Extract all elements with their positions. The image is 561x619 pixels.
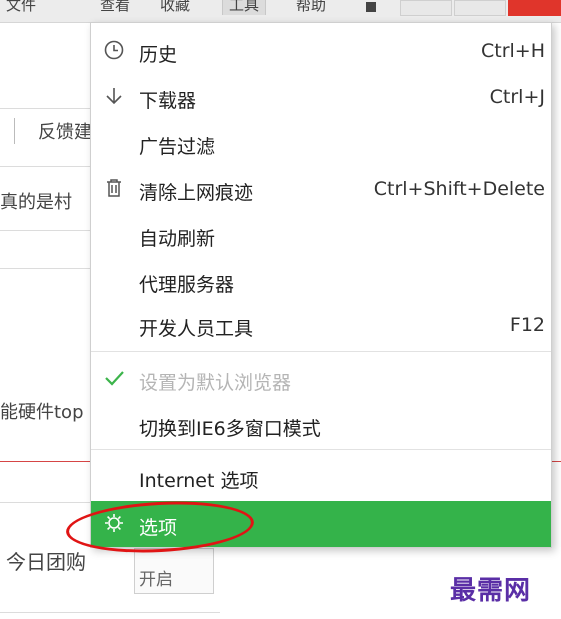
menu-item-internet-options[interactable]: Internet 选项 xyxy=(91,457,551,497)
watermark: 最需网 xyxy=(450,576,532,606)
bg-headline[interactable]: 真的是村 xyxy=(0,188,72,214)
menu-item-clear-history[interactable]: 清除上网痕迹 Ctrl+Shift+Delete xyxy=(91,169,551,209)
row-divider xyxy=(0,502,100,503)
row-divider xyxy=(0,166,100,167)
menu-file[interactable]: 文件 xyxy=(6,0,36,15)
menu-item-proxy[interactable]: 代理服务器 xyxy=(91,261,551,301)
bg-article-link[interactable]: 能硬件top xyxy=(0,398,84,424)
menu-favorites[interactable]: 收藏 xyxy=(160,0,190,15)
menu-separator xyxy=(91,449,551,450)
menu-item-shortcut: F12 xyxy=(509,314,545,336)
menu-item-label: 历史 xyxy=(139,44,178,66)
feedback-link[interactable]: 反馈建 xyxy=(38,118,92,144)
today-group-label[interactable]: 今日团购 xyxy=(6,546,86,575)
row-divider xyxy=(0,230,100,231)
menu-item-label: Internet 选项 xyxy=(139,470,259,492)
divider xyxy=(14,118,15,144)
checkmark-icon xyxy=(103,367,125,389)
menu-item-label: 代理服务器 xyxy=(139,274,235,296)
row-divider xyxy=(0,268,100,269)
trash-icon xyxy=(103,177,125,199)
menu-item-shortcut: Ctrl+Shift+Delete xyxy=(373,178,545,200)
maximize-button[interactable] xyxy=(454,0,506,16)
menu-item-label: 清除上网痕迹 xyxy=(139,182,254,204)
menu-item-downloader[interactable]: 下载器 Ctrl+J xyxy=(91,77,551,117)
close-button[interactable] xyxy=(508,0,561,16)
menu-extra-icon[interactable] xyxy=(366,2,376,12)
menu-item-label: 切换到IE6多窗口模式 xyxy=(139,418,321,440)
menu-separator xyxy=(91,351,551,352)
open-toggle-label: 开启 xyxy=(139,570,173,590)
clock-icon xyxy=(103,39,125,61)
download-arrow-icon xyxy=(103,85,125,107)
tools-dropdown-menu: 历史 Ctrl+H 下载器 Ctrl+J 广告过滤 清除上网痕迹 Ctrl+Sh… xyxy=(90,22,552,548)
menu-item-ad-filter[interactable]: 广告过滤 xyxy=(91,123,551,163)
menu-item-label: 自动刷新 xyxy=(139,228,216,250)
menu-item-label: 开发人员工具 xyxy=(139,318,254,340)
toolbar-divider xyxy=(0,108,100,109)
menu-item-label: 广告过滤 xyxy=(139,136,216,158)
menu-item-history[interactable]: 历史 Ctrl+H xyxy=(91,31,551,71)
menu-tools[interactable]: 工具 xyxy=(222,0,267,15)
row-divider xyxy=(0,612,220,613)
menu-view[interactable]: 查看 xyxy=(100,0,130,15)
menu-item-set-default-browser: 设置为默认浏览器 xyxy=(91,359,551,399)
menu-item-shortcut: Ctrl+J xyxy=(489,86,545,108)
menu-item-shortcut: Ctrl+H xyxy=(480,40,545,62)
open-toggle[interactable]: 开启 xyxy=(134,548,214,594)
menu-help[interactable]: 帮助 xyxy=(296,0,326,15)
menu-item-ie6-mode[interactable]: 切换到IE6多窗口模式 xyxy=(91,405,551,445)
browser-menubar: 文件 查看 收藏 工具 帮助 xyxy=(0,0,561,23)
menu-item-auto-refresh[interactable]: 自动刷新 xyxy=(91,215,551,255)
menu-item-label: 设置为默认浏览器 xyxy=(139,372,292,394)
menu-item-dev-tools[interactable]: 开发人员工具 F12 xyxy=(91,305,551,345)
menu-item-label: 下载器 xyxy=(139,90,197,112)
minimize-button[interactable] xyxy=(400,0,452,16)
